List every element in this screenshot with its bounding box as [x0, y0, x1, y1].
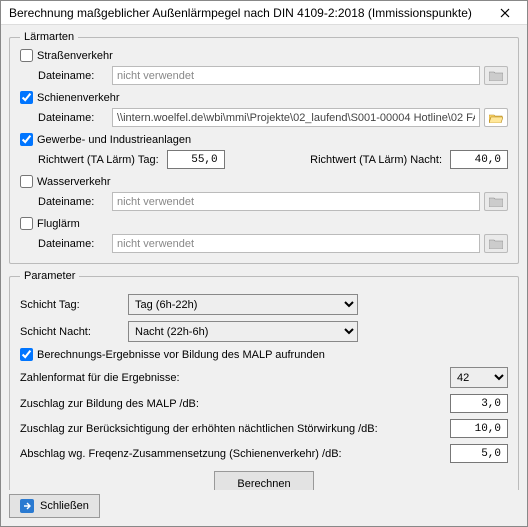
footer: Schließen — [1, 490, 527, 526]
rail-browse-button[interactable] — [484, 108, 508, 127]
rw-day-input[interactable] — [167, 150, 225, 169]
numfmt-label: Zahlenformat für die Ergebnisse: — [20, 372, 450, 384]
rail-traffic-label: Schienenverkehr — [37, 92, 120, 104]
arrow-right-icon — [20, 499, 34, 513]
water-traffic-label: Wasserverkehr — [37, 176, 111, 188]
round-label: Berechnungs-Ergebnisse vor Bildung des M… — [37, 349, 325, 361]
rail-traffic-check[interactable] — [20, 91, 33, 104]
dialog-window: Berechnung maßgeblicher Außenlärmpegel n… — [0, 0, 528, 527]
night-penalty-row: Zuschlag zur Berücksichtigung der erhöht… — [20, 419, 508, 438]
industrial-check[interactable] — [20, 133, 33, 146]
rail-file-row: Dateiname: — [20, 108, 508, 127]
parameter-group: Parameter Schicht Tag: Tag (6h-22h) Schi… — [9, 270, 519, 490]
rw-night-input[interactable] — [450, 150, 508, 169]
water-file-label: Dateiname: — [38, 196, 112, 208]
content: Lärmarten Straßenverkehr Dateiname: Schi… — [1, 25, 527, 490]
water-file-input[interactable] — [112, 192, 480, 211]
noise-types-group: Lärmarten Straßenverkehr Dateiname: Schi… — [9, 31, 519, 264]
rail-traffic-checkbox[interactable]: Schienenverkehr — [20, 91, 508, 104]
window-title: Berechnung maßgeblicher Außenlärmpegel n… — [9, 6, 485, 20]
water-file-row: Dateiname: — [20, 192, 508, 211]
folder-icon — [489, 197, 503, 207]
window-close-button[interactable] — [485, 2, 525, 24]
shift-night-label: Schicht Nacht: — [20, 326, 128, 338]
folder-open-icon — [489, 113, 503, 123]
shift-day-row: Schicht Tag: Tag (6h-22h) — [20, 294, 508, 315]
close-button-label: Schließen — [40, 500, 89, 512]
industrial-values-row: Richtwert (TA Lärm) Tag: Richtwert (TA L… — [20, 150, 508, 169]
shift-night-select[interactable]: Nacht (22h-6h) — [128, 321, 358, 342]
road-browse-button[interactable] — [484, 66, 508, 85]
folder-icon — [489, 239, 503, 249]
air-browse-button[interactable] — [484, 234, 508, 253]
water-traffic-checkbox[interactable]: Wasserverkehr — [20, 175, 508, 188]
malp-input[interactable] — [450, 394, 508, 413]
industrial-checkbox[interactable]: Gewerbe- und Industrieanlagen — [20, 133, 508, 146]
round-checkbox[interactable]: Berechnungs-Ergebnisse vor Bildung des M… — [20, 348, 325, 361]
air-traffic-check[interactable] — [20, 217, 33, 230]
road-traffic-label: Straßenverkehr — [37, 50, 113, 62]
road-file-label: Dateiname: — [38, 70, 112, 82]
road-traffic-check[interactable] — [20, 49, 33, 62]
industrial-label: Gewerbe- und Industrieanlagen — [37, 134, 191, 146]
air-traffic-label: Fluglärm — [37, 218, 80, 230]
titlebar: Berechnung maßgeblicher Außenlärmpegel n… — [1, 1, 527, 25]
rw-day-label: Richtwert (TA Lärm) Tag: — [38, 154, 159, 166]
round-row: Berechnungs-Ergebnisse vor Bildung des M… — [20, 348, 508, 361]
road-file-row: Dateiname: — [20, 66, 508, 85]
air-traffic-checkbox[interactable]: Fluglärm — [20, 217, 508, 230]
night-penalty-input[interactable] — [450, 419, 508, 438]
noise-types-legend: Lärmarten — [20, 31, 78, 43]
close-icon — [500, 8, 510, 18]
numfmt-row: Zahlenformat für die Ergebnisse: 42 — [20, 367, 508, 388]
compute-button[interactable]: Berechnen — [214, 471, 313, 490]
air-file-row: Dateiname: — [20, 234, 508, 253]
night-penalty-label: Zuschlag zur Berücksichtigung der erhöht… — [20, 423, 450, 435]
road-traffic-checkbox[interactable]: Straßenverkehr — [20, 49, 508, 62]
round-check[interactable] — [20, 348, 33, 361]
numfmt-select[interactable]: 42 — [450, 367, 508, 388]
shift-day-select[interactable]: Tag (6h-22h) — [128, 294, 358, 315]
freq-label: Abschlag wg. Freqenz-Zusammensetzung (Sc… — [20, 448, 450, 460]
malp-row: Zuschlag zur Bildung des MALP /dB: — [20, 394, 508, 413]
freq-row: Abschlag wg. Freqenz-Zusammensetzung (Sc… — [20, 444, 508, 463]
malp-label: Zuschlag zur Bildung des MALP /dB: — [20, 398, 450, 410]
shift-day-label: Schicht Tag: — [20, 299, 128, 311]
air-file-label: Dateiname: — [38, 238, 112, 250]
rail-file-input[interactable] — [112, 108, 480, 127]
water-browse-button[interactable] — [484, 192, 508, 211]
folder-icon — [489, 71, 503, 81]
parameter-legend: Parameter — [20, 270, 79, 282]
water-traffic-check[interactable] — [20, 175, 33, 188]
freq-input[interactable] — [450, 444, 508, 463]
air-file-input[interactable] — [112, 234, 480, 253]
rail-file-label: Dateiname: — [38, 112, 112, 124]
road-file-input[interactable] — [112, 66, 480, 85]
compute-bar: Berechnen — [20, 463, 508, 490]
close-button[interactable]: Schließen — [9, 494, 100, 518]
shift-night-row: Schicht Nacht: Nacht (22h-6h) — [20, 321, 508, 342]
rw-night-label: Richtwert (TA Lärm) Nacht: — [310, 154, 442, 166]
